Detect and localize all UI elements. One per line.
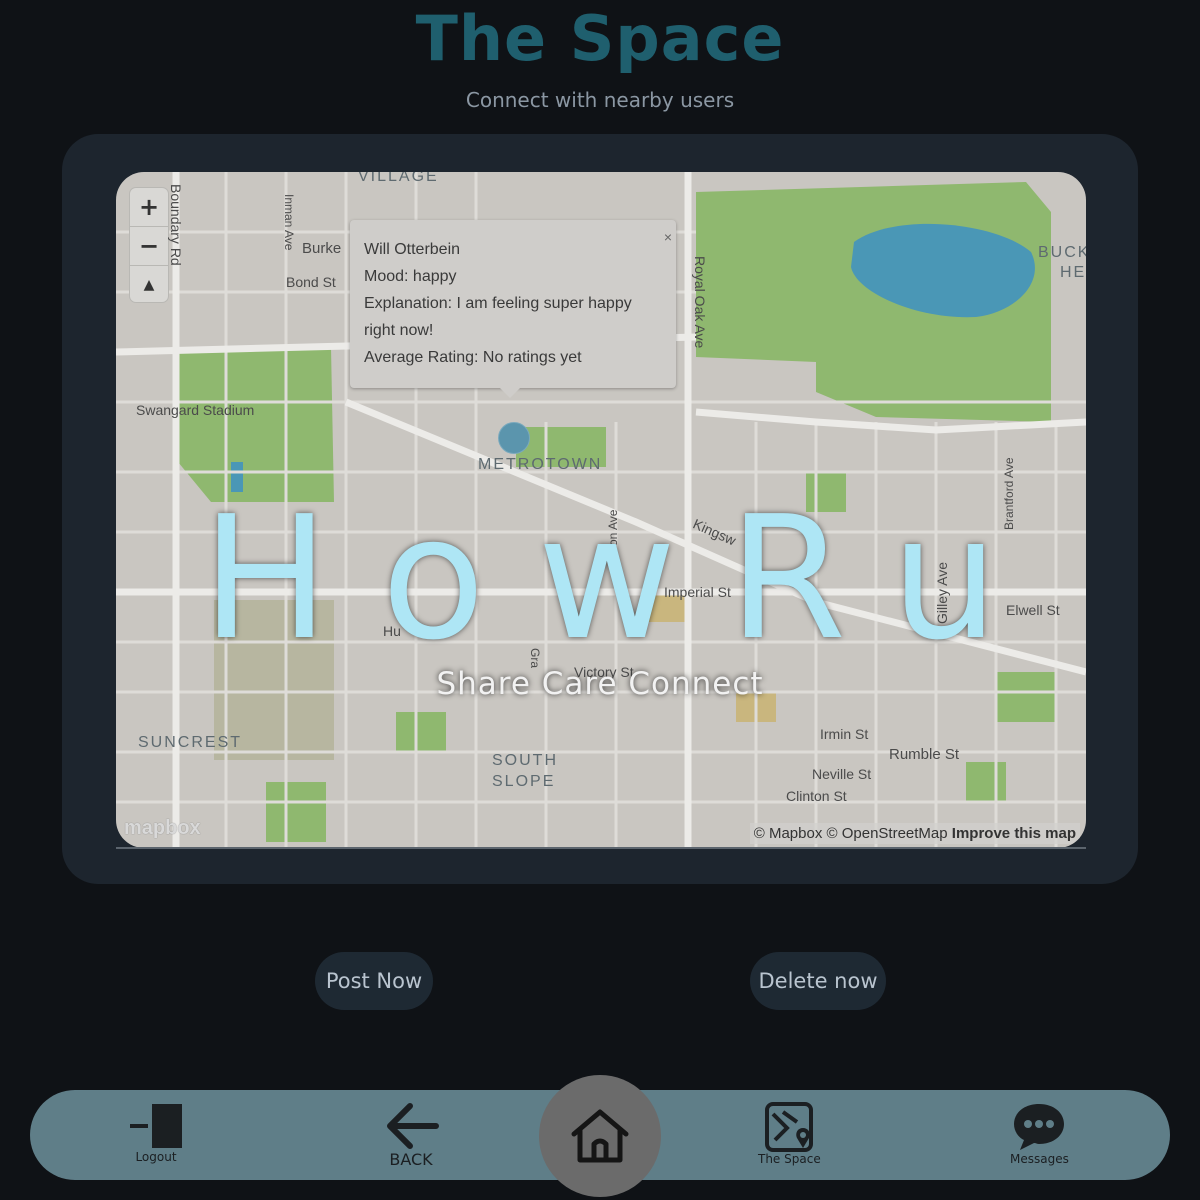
page-subtitle: Connect with nearby users (465, 88, 735, 112)
map-label-metrotown: METROTOWN (478, 456, 603, 473)
user-info-popup: × Will Otterbein Mood: happy Explanation… (350, 220, 676, 398)
map-label-on-ave: on Ave (606, 509, 620, 546)
map-label-gra: Gra (528, 648, 542, 669)
map-label-victory: Victory St (574, 664, 634, 680)
nav-back[interactable]: BACK (382, 1100, 440, 1169)
map-divider (116, 847, 1086, 849)
nav-back-label: BACK (389, 1150, 433, 1169)
map-label-clinton: Clinton St (786, 788, 847, 804)
popup-close-button[interactable]: × (664, 224, 672, 251)
attribution-text[interactable]: © Mapbox © OpenStreetMap (754, 825, 948, 842)
map-label-slope: SLOPE (492, 773, 556, 790)
mapbox-logo[interactable]: mapbox (124, 817, 201, 840)
map-label-elwell: Elwell St (1006, 602, 1060, 618)
nav-messages-label: Messages (1010, 1152, 1069, 1166)
map-label-burke: Burke (302, 240, 342, 257)
nav-logout[interactable]: Logout (126, 1100, 186, 1164)
nav-messages[interactable]: Messages (1010, 1100, 1069, 1166)
map-label-swangard: Swangard Stadium (136, 402, 255, 418)
logout-icon (130, 1104, 182, 1148)
popup-explanation: Explanation: I am feeling super happy (364, 295, 632, 312)
zoom-out-button[interactable]: − (130, 227, 168, 266)
nav-logout-label: Logout (135, 1150, 177, 1164)
map-pin-icon (765, 1102, 814, 1152)
chat-bubble-icon (1014, 1104, 1065, 1150)
map-label-royal-oak: Royal Oak Ave (692, 256, 708, 349)
back-arrow-icon (387, 1103, 439, 1149)
popup-tip (500, 388, 520, 398)
map-label-brantford: Brantford Ave (1002, 457, 1016, 531)
map-label-imperial: Imperial St (664, 584, 731, 600)
popup-rating: Average Rating: No ratings yet (364, 349, 582, 366)
nav-the-space[interactable]: The Space (758, 1100, 821, 1166)
map-label-neville: Neville St (812, 766, 872, 782)
map-view[interactable]: + − ▲ VILLAGE Boundary Rd Inman Ave Burk… (116, 172, 1086, 848)
user-location-marker[interactable] (498, 422, 530, 454)
mapbox-logo-text: mapbox (124, 817, 201, 839)
map-label-gilley: Gilley Ave (934, 562, 950, 624)
map-label-buck: BUCK (1038, 244, 1086, 261)
map-label-boundary-rd: Boundary Rd (168, 184, 184, 266)
map-label-irmin: Irmin St (820, 726, 869, 742)
nav-the-space-label: The Space (758, 1152, 821, 1166)
popup-user-name: Will Otterbein (364, 241, 461, 258)
zoom-in-button[interactable]: + (130, 188, 168, 227)
improve-map-link[interactable]: Improve this map (952, 825, 1076, 842)
popup-explanation-cont: right now! (364, 322, 434, 339)
page-title: The Space (415, 2, 785, 75)
map-attribution: © Mapbox © OpenStreetMap Improve this ma… (749, 823, 1080, 844)
map-label-inman-ave: Inman Ave (282, 194, 296, 251)
zoom-control: + − ▲ (130, 188, 168, 302)
map-label-village: VILLAGE (358, 172, 439, 185)
delete-now-button[interactable]: Delete now (750, 952, 886, 1010)
map-label-rumble: Rumble St (889, 746, 960, 763)
map-label-hu: Hu (383, 623, 401, 639)
post-now-button[interactable]: Post Now (315, 952, 433, 1010)
popup-mood: Mood: happy (364, 268, 457, 285)
map-label-south: SOUTH (492, 752, 558, 769)
nav-home[interactable] (539, 1075, 661, 1197)
park-stadium (178, 347, 334, 502)
map-label-bond-st: Bond St (286, 274, 336, 290)
map-label-suncrest: SUNCREST (138, 734, 243, 751)
map-label-he: HE (1060, 264, 1086, 281)
compass-button[interactable]: ▲ (130, 266, 168, 304)
home-icon (571, 1109, 629, 1163)
